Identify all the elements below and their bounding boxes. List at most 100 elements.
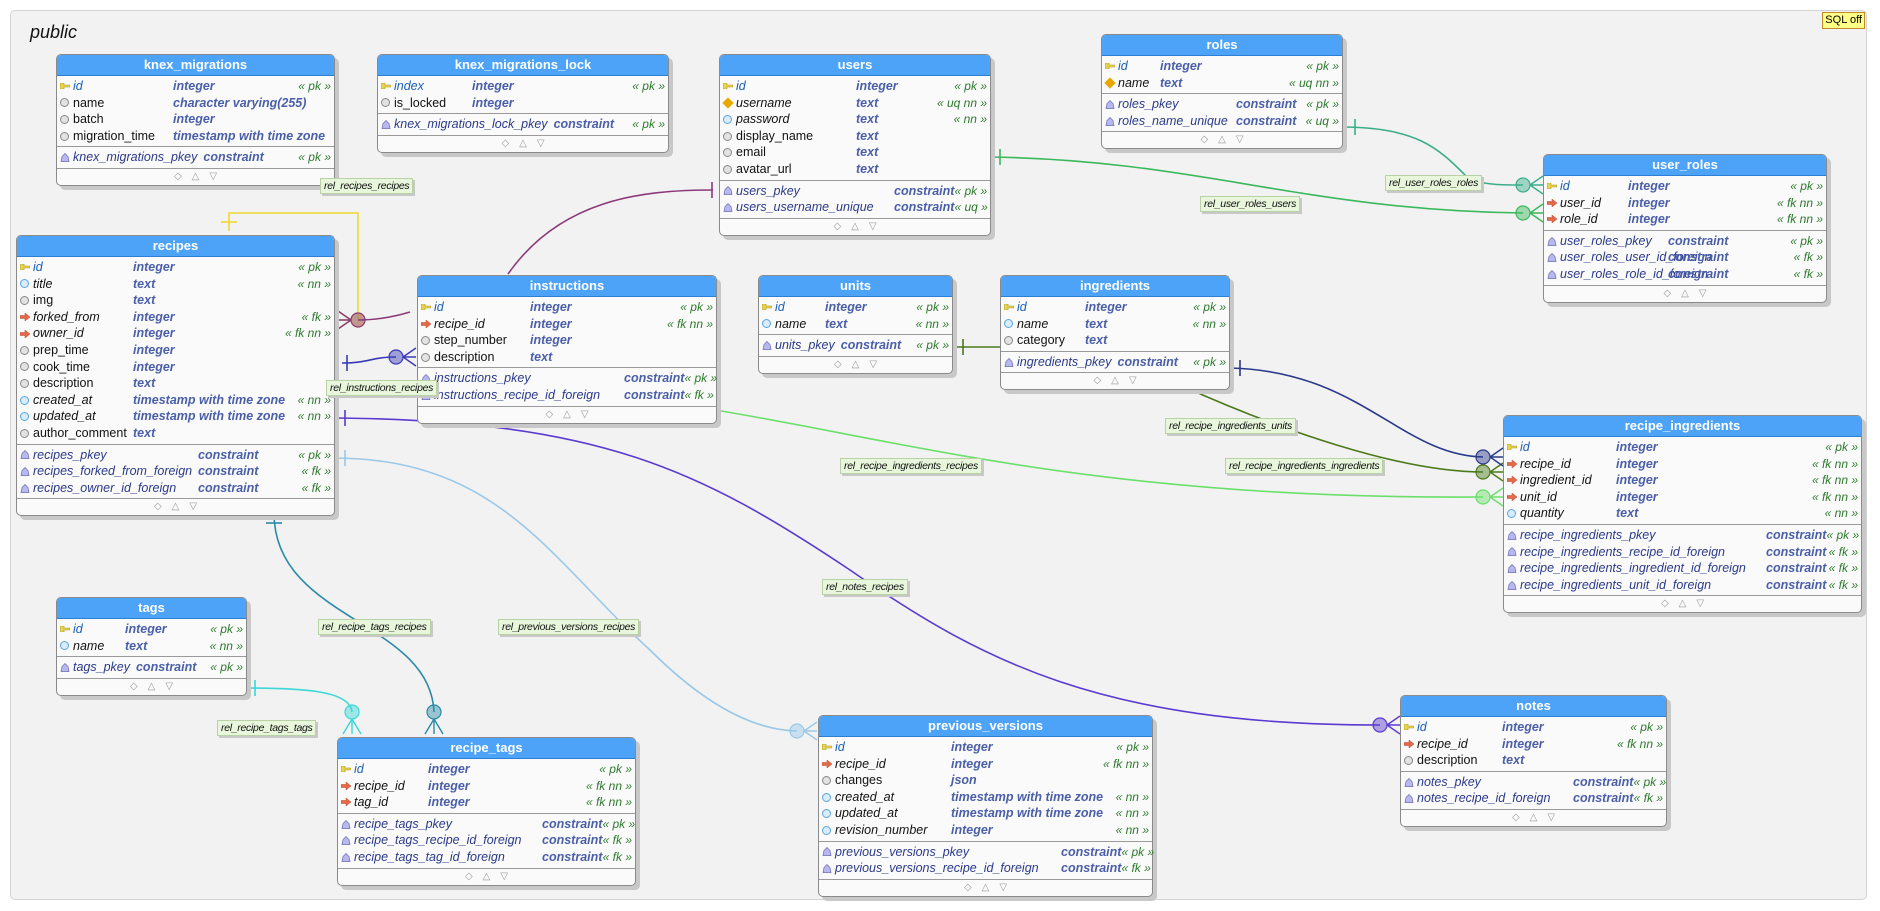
table-knex-migrations-lock[interactable]: knex_migrations_lock index integer « pk » is… [377,54,669,153]
column-row[interactable]: id integer « pk » [338,761,635,778]
constraint-row[interactable]: recipe_ingredients_unit_id_foreign constr… [1504,577,1861,594]
column-row[interactable]: index integer « pk » [378,78,668,95]
table-header[interactable]: knex_migrations_lock [378,55,668,76]
diamond-icon[interactable]: ◇ [501,138,509,149]
constraint-row[interactable]: roles_name_unique constraint « uq » [1102,113,1342,130]
triangle-up-icon[interactable]: △ [982,882,990,893]
relationship-label[interactable]: rel_user_roles_users [1200,196,1301,212]
constraint-row[interactable]: units_pkey constraint « pk » [759,337,952,354]
table-recipe-ingredients[interactable]: recipe_ingredients id integer « pk » recipe_… [1503,415,1862,614]
triangle-up-icon[interactable]: △ [192,171,200,182]
column-row[interactable]: owner_id integer « fk nn » [17,325,334,342]
column-row[interactable]: description text [1401,752,1666,769]
constraint-row[interactable]: previous_versions_pkey constraint « pk » [819,844,1154,861]
table-header[interactable]: units [759,276,952,297]
constraint-row[interactable]: recipes_owner_id_foreign constraint « fk » [17,480,334,497]
constraint-row[interactable]: recipe_tags_pkey constraint « pk » [338,816,635,833]
table-header[interactable]: recipe_ingredients [1504,416,1861,437]
relationship-label[interactable]: rel_recipe_tags_tags [217,720,317,736]
triangle-down-icon[interactable]: ▽ [1129,375,1137,386]
column-row[interactable]: recipe_id integer « fk nn » [819,756,1152,773]
table-header[interactable]: user_roles [1544,155,1826,176]
constraint-row[interactable]: previous_versions_recipe_id_foreign const… [819,860,1152,877]
table-user-roles[interactable]: user_roles id integer « pk » user_id integer «… [1543,154,1827,303]
column-row[interactable]: username text « uq nn » [720,95,990,112]
column-row[interactable]: name text « uq nn » [1102,75,1342,92]
table-notes[interactable]: notes id integer « pk » recipe_id integer « fk… [1400,695,1667,827]
table-header[interactable]: previous_versions [819,716,1152,737]
table-header[interactable]: users [720,55,990,76]
column-row[interactable]: is_locked integer [378,95,668,112]
column-row[interactable]: id integer « pk » [57,621,246,638]
constraint-row[interactable]: ingredients_pkey constraint « pk » [1001,354,1229,371]
triangle-up-icon[interactable]: △ [519,138,527,149]
constraint-row[interactable]: recipe_ingredients_recipe_id_foreign cons… [1504,544,1861,561]
relationship-line[interactable] [244,687,353,713]
relationship-rel-previous-versions-recipes[interactable] [332,450,818,741]
table-instructions[interactable]: instructions id integer « pk » recipe_id inte… [417,275,717,424]
table-header[interactable]: ingredients [1001,276,1229,297]
table-users[interactable]: users id integer « pk » username text « uq nn … [719,54,991,236]
column-row[interactable]: cook_time integer [17,359,334,376]
column-row[interactable]: id integer « pk » [57,78,334,95]
table-knex-migrations[interactable]: knex_migrations id integer « pk » name charac… [56,54,335,186]
column-row[interactable]: img text [17,292,334,309]
column-row[interactable]: id integer « pk » [1001,299,1229,316]
column-row[interactable]: quantity text « nn » [1504,505,1861,522]
column-row[interactable]: display_name text [720,128,990,145]
constraint-row[interactable]: knex_migrations_pkey constraint « pk » [57,149,334,166]
triangle-up-icon[interactable]: △ [1111,375,1119,386]
triangle-down-icon[interactable]: ▽ [1696,598,1704,609]
column-row[interactable]: name text « nn » [1001,316,1229,333]
column-row[interactable]: migration_time timestamp with time zone [57,128,334,145]
table-recipe-tags[interactable]: recipe_tags id integer « pk » recipe_id integ… [337,737,636,886]
column-row[interactable]: recipe_id integer « fk nn » [418,316,716,333]
diamond-icon[interactable]: ◇ [834,359,842,370]
table-header[interactable]: tags [57,598,246,619]
diamond-icon[interactable]: ◇ [465,871,473,882]
column-row[interactable]: user_id integer « fk nn » [1544,195,1826,212]
constraint-row[interactable]: tags_pkey constraint « pk » [57,659,246,676]
column-row[interactable]: title text « nn » [17,276,334,293]
diamond-icon[interactable]: ◇ [1093,375,1101,386]
diamond-icon[interactable]: ◇ [1661,598,1669,609]
constraint-row[interactable]: recipe_tags_recipe_id_foreign constraint «… [338,832,635,849]
diamond-icon[interactable]: ◇ [154,501,162,512]
triangle-up-icon[interactable]: △ [852,359,860,370]
relationship-label[interactable]: rel_notes_recipes [822,579,908,595]
table-roles[interactable]: roles id integer « pk » name text « uq nn » rol… [1101,34,1343,150]
column-row[interactable]: category text [1001,332,1229,349]
table-header[interactable]: notes [1401,696,1666,717]
table-recipes[interactable]: recipes id integer « pk » title text « nn » img… [16,235,335,517]
column-row[interactable]: name character varying(255) [57,95,334,112]
column-row[interactable]: id integer « pk » [1401,719,1666,736]
triangle-down-icon[interactable]: ▽ [165,681,173,692]
column-row[interactable]: id integer « pk » [720,78,990,95]
constraint-row[interactable]: recipe_tags_tag_id_foreign constraint « fk… [338,849,635,866]
triangle-down-icon[interactable]: ▽ [999,882,1007,893]
constraint-row[interactable]: notes_pkey constraint « pk » [1401,774,1666,791]
column-row[interactable]: updated_at timestamp with time zone « nn » [17,408,334,425]
triangle-up-icon[interactable]: △ [1681,288,1689,299]
diamond-icon[interactable]: ◇ [964,882,972,893]
relationship-rel-instructions-recipes[interactable] [341,347,417,371]
constraint-row[interactable]: user_roles_pkey constraint « pk » [1544,233,1826,250]
constraint-row[interactable]: user_roles_role_id_foreign constraint « fk… [1544,266,1826,283]
triangle-down-icon[interactable]: ▽ [869,359,877,370]
triangle-down-icon[interactable]: ▽ [1236,134,1244,145]
column-row[interactable]: created_at timestamp with time zone « nn » [17,392,334,409]
column-row[interactable]: batch integer [57,111,334,128]
column-row[interactable]: password text « nn » [720,111,990,128]
diamond-icon[interactable]: ◇ [174,171,182,182]
column-row[interactable]: name text « nn » [759,316,952,333]
diamond-icon[interactable]: ◇ [1512,812,1520,823]
table-header[interactable]: knex_migrations [57,55,334,76]
triangle-down-icon[interactable]: ▽ [209,171,217,182]
column-row[interactable]: changes json [819,772,1152,789]
column-row[interactable]: step_number integer [418,332,716,349]
diamond-icon[interactable]: ◇ [1200,134,1208,145]
column-row[interactable]: recipe_id integer « fk nn » [1401,736,1666,753]
column-row[interactable]: id integer « pk » [17,259,334,276]
column-row[interactable]: revision_number integer « nn » [819,822,1152,839]
constraint-row[interactable]: knex_migrations_lock_pkey constraint « pk … [378,116,668,133]
